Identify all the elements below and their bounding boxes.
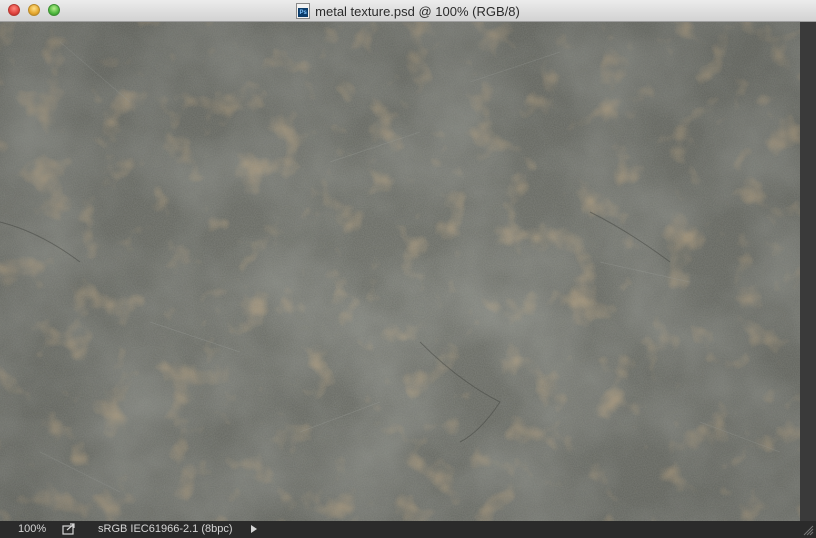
title-bar: Ps metal texture.psd @ 100% (RGB/8) <box>0 0 816 22</box>
zoom-level-field[interactable]: 100% <box>18 523 46 535</box>
ps-icon-label: Ps <box>298 8 309 17</box>
resize-grip-icon[interactable] <box>803 525 814 536</box>
status-bar: 100% sRGB IEC61966-2.1 (8bpc) <box>0 521 816 538</box>
window-title: metal texture.psd @ 100% (RGB/8) <box>315 3 520 19</box>
status-menu-arrow-icon[interactable] <box>251 525 257 533</box>
metal-texture-image <box>0 22 800 521</box>
document-info[interactable]: sRGB IEC61966-2.1 (8bpc) <box>98 523 233 535</box>
vertical-scrollbar[interactable] <box>800 22 816 521</box>
document-canvas[interactable] <box>0 22 800 521</box>
share-icon[interactable] <box>62 523 76 535</box>
ps-icon: Ps <box>296 3 311 19</box>
window-title-group: Ps metal texture.psd @ 100% (RGB/8) <box>0 0 816 22</box>
